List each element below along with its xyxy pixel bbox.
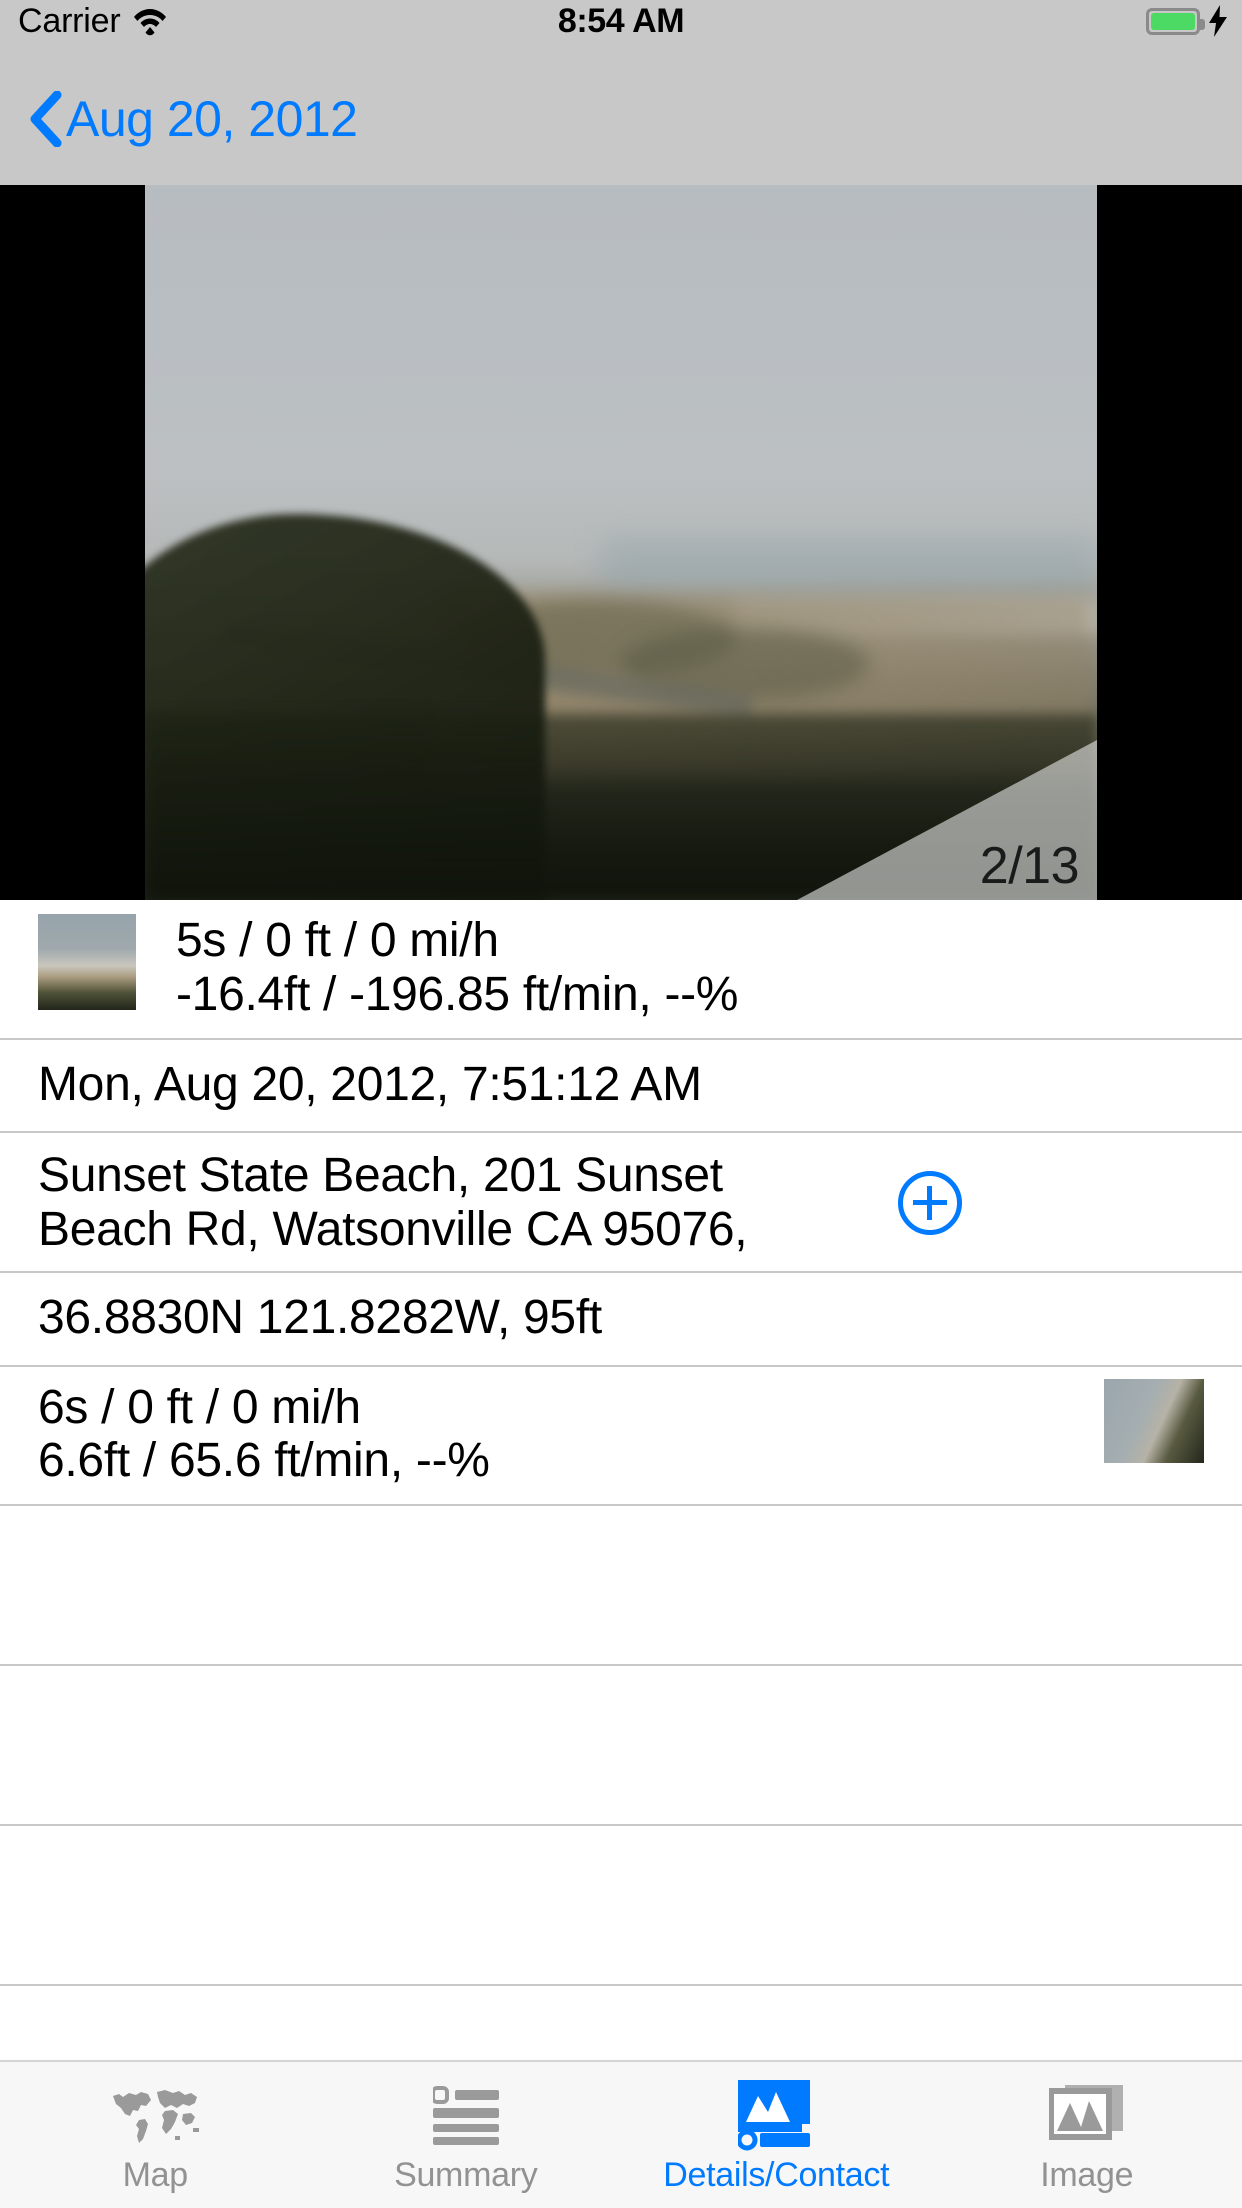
row-address-line-1: Sunset State Beach, 201 Sunset — [38, 1149, 1204, 1203]
image-stack-icon — [1049, 2076, 1125, 2154]
table-row[interactable]: Sunset State Beach, 201 Sunset Beach Rd,… — [0, 1133, 1242, 1273]
row-line-1: 6s / 0 ft / 0 mi/h — [38, 1381, 1204, 1435]
table-row-empty — [0, 1666, 1242, 1826]
row-line-2: -16.4ft / -196.85 ft/min, --% — [38, 968, 1204, 1022]
tab-bar: Map Summary — [0, 2060, 1242, 2208]
back-button[interactable]: Aug 20, 2012 — [28, 90, 358, 148]
back-button-label: Aug 20, 2012 — [66, 90, 358, 148]
lightning-bolt-icon — [1206, 5, 1230, 37]
tab-image[interactable]: Image — [932, 2062, 1242, 2208]
table-row[interactable]: 36.8830N 121.8282W, 95ft — [0, 1273, 1242, 1367]
tab-map-label: Map — [123, 2156, 188, 2195]
tab-details-contact[interactable]: Details/Contact — [621, 2062, 932, 2208]
table-row-empty — [0, 1826, 1242, 1986]
battery-icon — [1146, 8, 1200, 35]
table-row[interactable]: 6s / 0 ft / 0 mi/h 6.6ft / 65.6 ft/min, … — [0, 1367, 1242, 1507]
photo-viewer[interactable]: 2/13 — [0, 185, 1242, 900]
tab-details-contact-label: Details/Contact — [663, 2156, 889, 2195]
photo-image[interactable]: 2/13 — [145, 185, 1097, 900]
plus-circle-icon[interactable] — [898, 1171, 962, 1235]
tab-summary-label: Summary — [394, 2156, 537, 2195]
navigation-bar: Aug 20, 2012 — [0, 42, 1242, 185]
app-root: Carrier 8:54 AM — [0, 0, 1242, 2208]
battery-fill — [1151, 13, 1195, 30]
tab-image-label: Image — [1040, 2156, 1133, 2195]
chevron-left-icon — [28, 91, 62, 147]
status-bar-center: 8:54 AM — [0, 0, 1242, 42]
list-summary-icon — [433, 2076, 499, 2154]
table-row[interactable]: Mon, Aug 20, 2012, 7:51:12 AM — [0, 1040, 1242, 1134]
row-timestamp: Mon, Aug 20, 2012, 7:51:12 AM — [38, 1058, 1204, 1112]
row-thumbnail[interactable] — [38, 914, 136, 1010]
row-line-1: 5s / 0 ft / 0 mi/h — [38, 914, 1204, 968]
world-map-icon — [105, 2076, 205, 2154]
table-row-empty — [0, 1506, 1242, 1666]
page-counter-label: 2/13 — [980, 836, 1097, 900]
status-bar-right — [1146, 0, 1230, 42]
row-address-line-2: Beach Rd, Watsonville CA 95076, — [38, 1203, 1204, 1257]
row-thumbnail[interactable] — [1104, 1379, 1204, 1463]
tab-map[interactable]: Map — [0, 2062, 311, 2208]
table-row[interactable]: 5s / 0 ft / 0 mi/h -16.4ft / -196.85 ft/… — [0, 900, 1242, 1040]
clock-label: 8:54 AM — [558, 2, 684, 41]
details-table: 5s / 0 ft / 0 mi/h -16.4ft / -196.85 ft/… — [0, 900, 1242, 2060]
row-coordinates: 36.8830N 121.8282W, 95ft — [38, 1291, 1204, 1345]
status-bar: Carrier 8:54 AM — [0, 0, 1242, 42]
row-line-2: 6.6ft / 65.6 ft/min, --% — [38, 1434, 1204, 1488]
details-contact-icon — [738, 2076, 814, 2154]
tab-summary[interactable]: Summary — [311, 2062, 622, 2208]
